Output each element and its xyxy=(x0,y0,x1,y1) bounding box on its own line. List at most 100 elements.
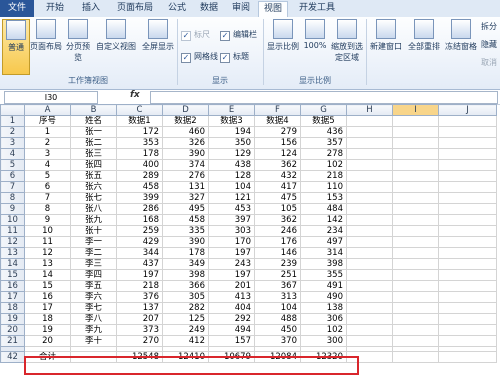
grid-cell[interactable]: 张十 xyxy=(70,225,117,237)
row-header[interactable]: 8 xyxy=(0,192,25,204)
grid-cell[interactable] xyxy=(392,214,439,226)
grid-cell[interactable] xyxy=(346,269,393,281)
grid-cell[interactable]: 282 xyxy=(162,302,209,314)
grid-cell[interactable]: 数据5 xyxy=(300,115,347,127)
tab-developer[interactable]: 开发工具 xyxy=(292,1,342,16)
grid-cell[interactable]: 168 xyxy=(116,214,163,226)
grid-cell[interactable]: 276 xyxy=(162,170,209,182)
grid-cell[interactable]: 488 xyxy=(254,313,301,325)
grid-cell[interactable]: 张七 xyxy=(70,192,117,204)
grid-cell[interactable] xyxy=(392,313,439,325)
grid-cell[interactable]: 292 xyxy=(208,313,255,325)
grid-cell[interactable] xyxy=(346,280,393,292)
grid-cell[interactable]: 4 xyxy=(24,159,71,171)
grid-cell[interactable]: 326 xyxy=(162,137,209,149)
grid-cell[interactable]: 3 xyxy=(24,148,71,160)
grid-cell[interactable] xyxy=(438,302,497,314)
grid-cell[interactable] xyxy=(392,203,439,215)
worksheet-grid[interactable]: A B C D E F G H I J 1 序号 姓名 数据1 数据2 数据3 数据4 数据5… xyxy=(0,104,497,363)
grid-cell[interactable]: 412 xyxy=(162,335,209,347)
grid-cell[interactable]: 6 xyxy=(24,181,71,193)
grid-cell[interactable]: 306 xyxy=(300,313,347,325)
grid-cell[interactable] xyxy=(438,269,497,281)
grid-cell[interactable]: 数据4 xyxy=(254,115,301,127)
grid-cell[interactable]: 张八 xyxy=(70,203,117,215)
grid-cell[interactable]: 350 xyxy=(208,137,255,149)
grid-cell[interactable]: 138 xyxy=(300,302,347,314)
grid-cell[interactable]: 14 xyxy=(24,269,71,281)
grid-cell[interactable]: 19 xyxy=(24,324,71,336)
grid-cell[interactable]: 李四 xyxy=(70,269,117,281)
grid-cell[interactable] xyxy=(346,203,393,215)
grid-cell[interactable]: 128 xyxy=(208,170,255,182)
grid-cell[interactable]: 390 xyxy=(162,236,209,248)
grid-cell[interactable] xyxy=(392,258,439,270)
grid-cell[interactable]: 197 xyxy=(208,247,255,259)
row-header[interactable]: 18 xyxy=(0,302,25,314)
grid-cell[interactable]: 129 xyxy=(208,148,255,160)
grid-cell[interactable]: 355 xyxy=(300,269,347,281)
row-header[interactable]: 12 xyxy=(0,236,25,248)
grid-cell[interactable]: 142 xyxy=(300,214,347,226)
formula-input[interactable] xyxy=(150,91,498,104)
grid-cell[interactable]: 121 xyxy=(208,192,255,204)
grid-cell[interactable]: 460 xyxy=(162,126,209,138)
grid-cell[interactable] xyxy=(346,115,393,127)
grid-cell[interactable]: 353 xyxy=(116,137,163,149)
grid-cell[interactable] xyxy=(392,335,439,347)
grid-cell[interactable] xyxy=(438,351,497,363)
grid-cell[interactable] xyxy=(346,214,393,226)
grid-cell[interactable] xyxy=(392,236,439,248)
grid-cell[interactable]: 李九 xyxy=(70,324,117,336)
grid-cell[interactable]: 张五 xyxy=(70,170,117,182)
grid-cell[interactable] xyxy=(438,214,497,226)
row-header[interactable]: 20 xyxy=(0,324,25,336)
grid-cell[interactable]: 146 xyxy=(254,247,301,259)
grid-cell[interactable]: 491 xyxy=(300,280,347,292)
grid-cell[interactable]: 335 xyxy=(162,225,209,237)
grid-cell[interactable]: 104 xyxy=(254,302,301,314)
grid-cell[interactable]: 344 xyxy=(116,247,163,259)
grid-cell[interactable]: 349 xyxy=(162,258,209,270)
grid-cell[interactable]: 157 xyxy=(208,335,255,347)
grid-cell[interactable]: 458 xyxy=(116,181,163,193)
zoom-100-button[interactable]: 100% xyxy=(302,19,328,73)
grid-cell[interactable] xyxy=(438,159,497,171)
grid-cell[interactable] xyxy=(438,236,497,248)
grid-cell[interactable]: 张六 xyxy=(70,181,117,193)
grid-cell[interactable]: 289 xyxy=(116,170,163,182)
grid-cell[interactable]: 数据2 xyxy=(162,115,209,127)
grid-cell[interactable] xyxy=(346,247,393,259)
freeze-panes-button[interactable]: 冻结窗格 xyxy=(443,19,479,73)
grid-cell[interactable] xyxy=(392,291,439,303)
grid-cell[interactable]: 104 xyxy=(208,181,255,193)
grid-cell[interactable] xyxy=(438,126,497,138)
row-header[interactable]: 4 xyxy=(0,148,25,160)
tab-file[interactable]: 文件 xyxy=(0,0,34,17)
grid-cell[interactable]: 1 xyxy=(24,126,71,138)
grid-cell[interactable]: 13 xyxy=(24,258,71,270)
grid-cell[interactable] xyxy=(392,137,439,149)
grid-cell[interactable] xyxy=(346,181,393,193)
grid-cell[interactable] xyxy=(346,236,393,248)
grid-cell[interactable]: 376 xyxy=(116,291,163,303)
grid-cell[interactable] xyxy=(346,302,393,314)
grid-cell[interactable]: 张三 xyxy=(70,148,117,160)
grid-cell[interactable]: 10 xyxy=(24,225,71,237)
grid-cell[interactable] xyxy=(392,159,439,171)
grid-cell[interactable]: 176 xyxy=(254,236,301,248)
grid-cell[interactable]: 278 xyxy=(300,148,347,160)
grid-cell[interactable]: 303 xyxy=(208,225,255,237)
tab-data[interactable]: 数据 xyxy=(194,1,224,16)
row-header[interactable]: 16 xyxy=(0,280,25,292)
grid-cell[interactable]: 9 xyxy=(24,214,71,226)
grid-cell[interactable]: 374 xyxy=(162,159,209,171)
grid-cell[interactable]: 251 xyxy=(254,269,301,281)
grid-cell[interactable] xyxy=(346,335,393,347)
grid-cell[interactable]: 398 xyxy=(162,269,209,281)
grid-cell[interactable]: 110 xyxy=(300,181,347,193)
grid-cell[interactable]: 314 xyxy=(300,247,347,259)
grid-cell[interactable] xyxy=(346,192,393,204)
name-box[interactable]: I30 xyxy=(4,91,98,104)
grid-cell[interactable] xyxy=(438,148,497,160)
